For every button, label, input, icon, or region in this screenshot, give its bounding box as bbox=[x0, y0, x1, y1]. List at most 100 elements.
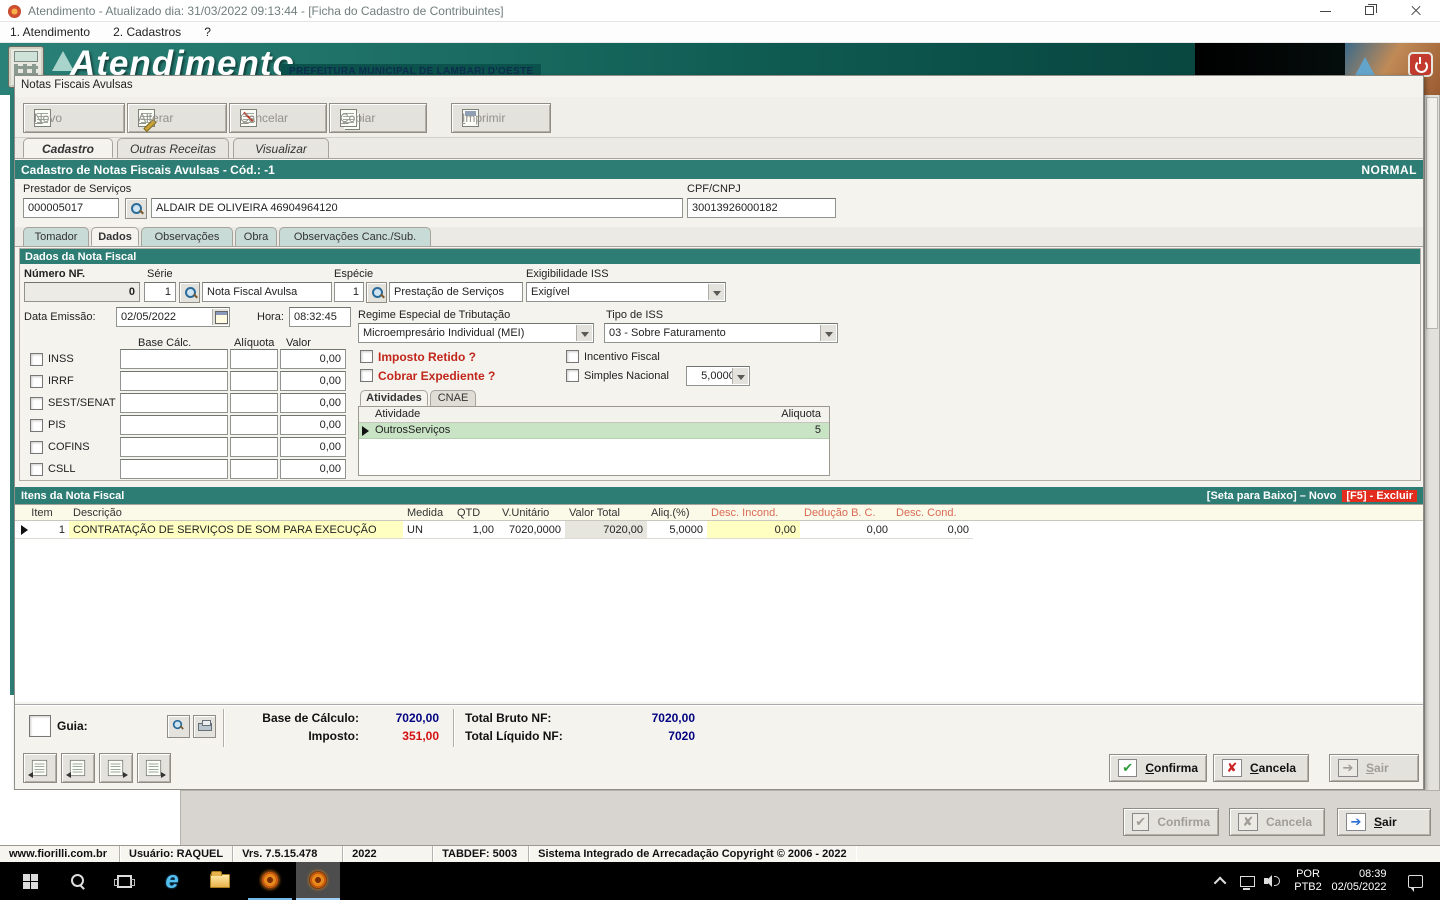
cancelar-button[interactable]: Cancelar bbox=[229, 103, 327, 133]
cofins-aliquota-input[interactable] bbox=[230, 437, 278, 457]
novo-button[interactable]: Novo bbox=[23, 103, 125, 133]
tab-observacoes-canc[interactable]: Observações Canc./Sub. bbox=[279, 227, 431, 246]
nav-next-button[interactable] bbox=[99, 753, 133, 783]
item-aliq-cell[interactable]: 5,0000 bbox=[647, 521, 707, 539]
close-button[interactable] bbox=[1398, 0, 1434, 22]
cofins-base-input[interactable] bbox=[120, 437, 228, 457]
power-button-icon[interactable] bbox=[1408, 52, 1433, 77]
regime-select[interactable]: Microempresário Individual (MEI) bbox=[358, 323, 594, 343]
especie-nome-input[interactable]: Prestação de Serviços bbox=[389, 282, 523, 302]
csll-valor-input[interactable]: 0,00 bbox=[280, 459, 346, 479]
language-tray-button[interactable]: POR PTB2 bbox=[1288, 862, 1328, 900]
sair-button-disabled[interactable]: ➔ Sair bbox=[1329, 754, 1419, 782]
sest-checkbox[interactable] bbox=[30, 397, 43, 410]
prestador-code-input[interactable]: 000005017 bbox=[23, 198, 119, 218]
chevron-down-icon[interactable] bbox=[576, 325, 592, 341]
outer-confirma-button[interactable]: ✔ Confirma bbox=[1123, 808, 1219, 836]
item-medida-cell[interactable]: UN bbox=[403, 521, 453, 539]
irrf-checkbox[interactable] bbox=[30, 375, 43, 388]
csll-checkbox[interactable] bbox=[30, 463, 43, 476]
fiorilli-app-button[interactable] bbox=[248, 862, 292, 900]
irrf-base-input[interactable] bbox=[120, 371, 228, 391]
cofins-checkbox[interactable] bbox=[30, 441, 43, 454]
vertical-scrollbar[interactable] bbox=[1424, 95, 1440, 845]
atividade-row[interactable]: OutrosServiços 5 bbox=[359, 423, 829, 439]
imprimir-button[interactable]: Imprimir bbox=[451, 103, 551, 133]
alterar-button[interactable]: Alterar bbox=[127, 103, 227, 133]
start-button[interactable] bbox=[8, 862, 52, 900]
tab-obra[interactable]: Obra bbox=[235, 227, 277, 246]
inss-aliquota-input[interactable] bbox=[230, 349, 278, 369]
numero-nf-input[interactable]: 0 bbox=[24, 282, 140, 302]
tipo-iss-select[interactable]: 03 - Sobre Faturamento bbox=[604, 323, 838, 343]
sest-aliquota-input[interactable] bbox=[230, 393, 278, 413]
serie-search-button[interactable] bbox=[179, 282, 200, 303]
tab-observacoes[interactable]: Observações bbox=[141, 227, 233, 246]
outer-sair-button[interactable]: ➔ Sair bbox=[1337, 808, 1431, 836]
inss-checkbox[interactable] bbox=[30, 353, 43, 366]
csll-base-input[interactable] bbox=[120, 459, 228, 479]
pis-valor-input[interactable]: 0,00 bbox=[280, 415, 346, 435]
nav-prev-button[interactable] bbox=[61, 753, 95, 783]
clock-tray-button[interactable]: 08:39 02/05/2022 bbox=[1326, 862, 1392, 900]
copiar-button[interactable]: Copiar bbox=[329, 103, 427, 133]
especie-num-input[interactable]: 1 bbox=[334, 282, 364, 302]
cofins-valor-input[interactable]: 0,00 bbox=[280, 437, 346, 457]
pis-checkbox[interactable] bbox=[30, 419, 43, 432]
internet-explorer-button[interactable]: e bbox=[150, 862, 194, 900]
tab-atividades[interactable]: Atividades bbox=[360, 390, 428, 406]
serie-num-input[interactable]: 1 bbox=[144, 282, 176, 302]
menu-atendimento[interactable]: 1. Atendimento bbox=[0, 22, 100, 43]
item-vunitario-cell[interactable]: 7020,0000 bbox=[498, 521, 565, 539]
guia-checkbox[interactable] bbox=[29, 715, 51, 737]
tab-dados[interactable]: Dados bbox=[91, 227, 139, 246]
item-row-selector[interactable] bbox=[15, 521, 35, 539]
exigibilidade-select[interactable]: Exigível bbox=[526, 282, 726, 302]
item-desccond-cell[interactable]: 0,00 bbox=[892, 521, 973, 539]
taskbar-search-button[interactable] bbox=[56, 862, 100, 900]
tab-outras-receitas[interactable]: Outras Receitas bbox=[117, 138, 229, 158]
file-explorer-button[interactable] bbox=[198, 862, 242, 900]
minimize-button[interactable] bbox=[1308, 0, 1344, 22]
item-qtd-cell[interactable]: 1,00 bbox=[453, 521, 498, 539]
task-view-button[interactable] bbox=[102, 862, 146, 900]
sest-valor-input[interactable]: 0,00 bbox=[280, 393, 346, 413]
irrf-valor-input[interactable]: 0,00 bbox=[280, 371, 346, 391]
fiorilli-app-button-active[interactable] bbox=[296, 862, 340, 900]
calendar-icon[interactable] bbox=[212, 309, 228, 325]
especie-search-button[interactable] bbox=[366, 282, 387, 303]
incentivo-fiscal-checkbox[interactable] bbox=[566, 350, 579, 363]
irrf-aliquota-input[interactable] bbox=[230, 371, 278, 391]
tray-chevron-button[interactable] bbox=[1208, 862, 1234, 900]
chevron-down-icon[interactable] bbox=[820, 325, 836, 341]
simples-aliquota-select[interactable]: 5,0000 bbox=[686, 366, 750, 386]
guia-print-button[interactable] bbox=[193, 715, 216, 738]
pis-aliquota-input[interactable] bbox=[230, 415, 278, 435]
cpf-input[interactable]: 30013926000182 bbox=[687, 198, 836, 218]
tab-cnae[interactable]: CNAE bbox=[430, 390, 476, 406]
inss-valor-input[interactable]: 0,00 bbox=[280, 349, 346, 369]
serie-nome-input[interactable]: Nota Fiscal Avulsa bbox=[202, 282, 332, 302]
prestador-name-input[interactable]: ALDAIR DE OLIVEIRA 46904964120 bbox=[151, 198, 683, 218]
tab-visualizar[interactable]: Visualizar bbox=[233, 138, 329, 158]
confirma-button[interactable]: ✔ Confirma bbox=[1109, 754, 1207, 782]
item-valortotal-cell[interactable]: 7020,00 bbox=[565, 521, 647, 539]
cancela-button[interactable]: ✘ Cancela bbox=[1213, 754, 1309, 782]
sest-base-input[interactable] bbox=[120, 393, 228, 413]
item-descincond-cell[interactable]: 0,00 bbox=[707, 521, 800, 539]
nav-last-button[interactable] bbox=[137, 753, 171, 783]
prestador-search-button[interactable] bbox=[125, 198, 147, 219]
tab-cadastro[interactable]: Cadastro bbox=[23, 138, 113, 158]
chevron-down-icon[interactable] bbox=[732, 368, 748, 384]
csll-aliquota-input[interactable] bbox=[230, 459, 278, 479]
menu-cadastros[interactable]: 2. Cadastros bbox=[103, 22, 191, 43]
hora-input[interactable]: 08:32:45 bbox=[289, 307, 351, 327]
item-deducao-cell[interactable]: 0,00 bbox=[800, 521, 892, 539]
maximize-button[interactable] bbox=[1352, 0, 1388, 22]
imposto-retido-checkbox[interactable] bbox=[360, 350, 373, 363]
item-number-cell[interactable]: 1 bbox=[35, 521, 69, 539]
notification-center-button[interactable] bbox=[1398, 862, 1432, 900]
chevron-down-icon[interactable] bbox=[708, 284, 724, 300]
data-emissao-input[interactable]: 02/05/2022 bbox=[116, 307, 230, 327]
volume-tray-button[interactable] bbox=[1258, 862, 1286, 900]
